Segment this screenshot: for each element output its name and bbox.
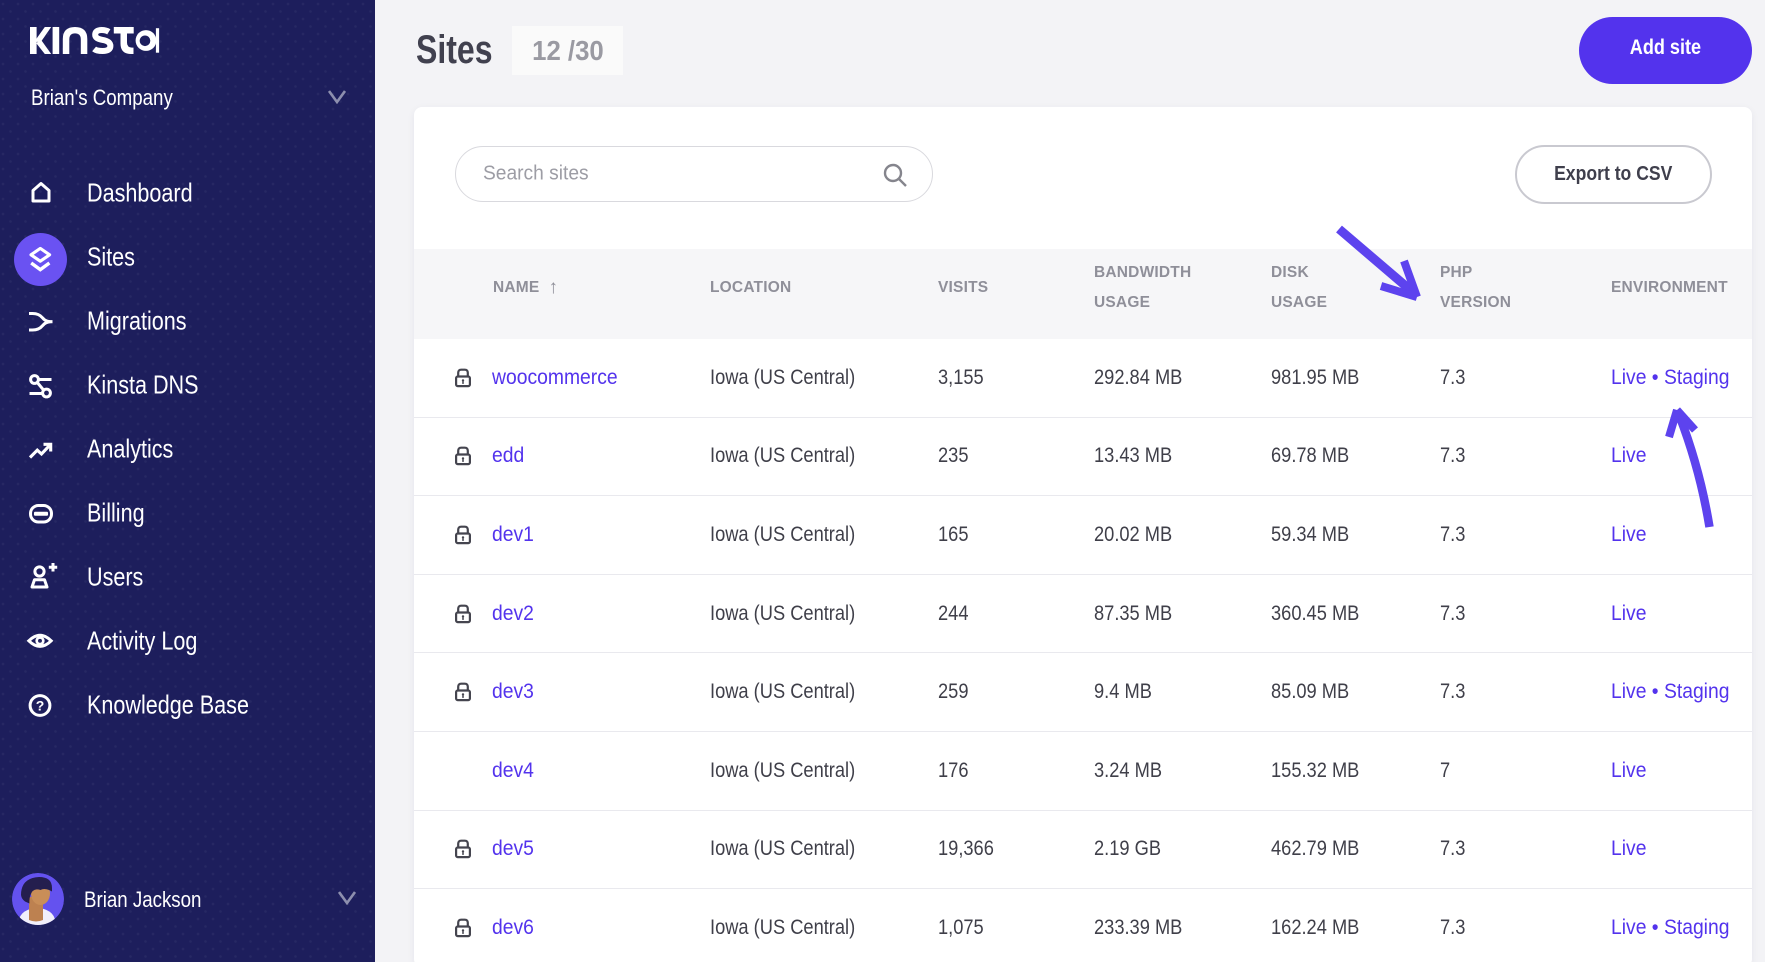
svg-text:?: ? <box>36 698 45 714</box>
